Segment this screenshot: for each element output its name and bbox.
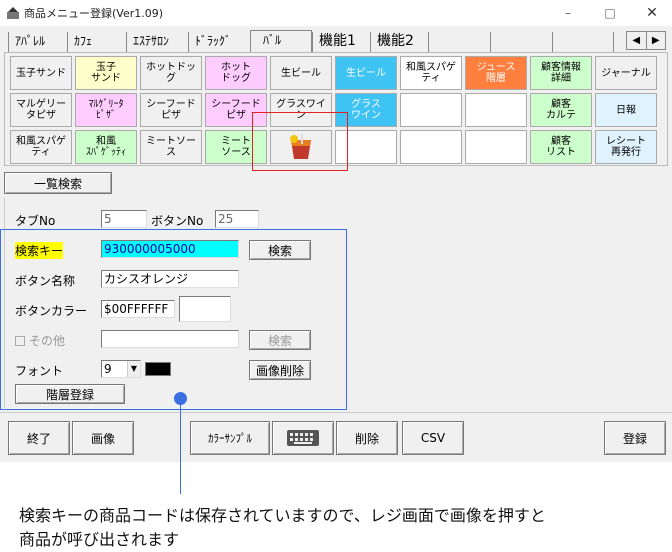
tab-apparel[interactable]: ｱﾊﾟﾚﾙ [8, 32, 67, 52]
tab-scroll-left-icon[interactable]: ◀ [627, 32, 646, 49]
menu-button[interactable]: 和風スパゲ ティ [10, 130, 72, 164]
window-title: 商品メニュー登録(Ver1.09) [24, 7, 164, 20]
app-icon [7, 7, 19, 19]
menu-button[interactable] [400, 93, 462, 127]
tab-scroll-buttons: ◀ ▶ [626, 31, 666, 50]
menu-button[interactable]: 玉子サンド [10, 56, 72, 90]
menu-button[interactable]: 玉子 サンド [75, 56, 137, 90]
tab-strip: ｱﾊﾟﾚﾙ ｶﾌｪ ｴｽﾃｻﾛﾝ ﾄﾞﾗｯｸﾞ ﾊﾞﾙ 機能1 機能2 [0, 30, 672, 53]
menu-button[interactable]: 和風スパゲ ティ [400, 56, 462, 90]
menu-button[interactable]: 和風 ｽﾊﾟｹﾞｯﾃｨ [75, 130, 137, 164]
list-search-button[interactable]: 一覧検索 [4, 172, 112, 194]
menu-button[interactable]: シーフード ピザ [140, 93, 202, 127]
button-no-label: ボタンNo [151, 214, 204, 228]
tab-empty-2[interactable] [490, 32, 552, 52]
tab-empty-3[interactable] [552, 32, 614, 52]
image-cell-highlight [252, 112, 348, 171]
footer-toolbar: 終了 画像 ｶﾗｰｻﾝﾌﾟﾙ 削除 CSV 登録 [0, 412, 672, 462]
menu-button[interactable]: ジャーナル [595, 56, 657, 90]
minimize-button[interactable]: – [548, 0, 588, 26]
keyboard-icon [287, 430, 319, 446]
tab-esthetic-salon[interactable]: ｴｽﾃｻﾛﾝ [126, 32, 188, 52]
menu-button[interactable]: 顧客情報 詳細 [530, 56, 592, 90]
button-no-field[interactable]: 25 [215, 210, 259, 228]
tab-no-field[interactable]: 5 [101, 210, 147, 228]
tab-bar[interactable]: ﾊﾞﾙ [250, 30, 312, 53]
menu-button[interactable]: 生ビール [335, 56, 397, 90]
menu-button[interactable]: マルゲリー タピザ [10, 93, 72, 127]
keyboard-button[interactable] [272, 421, 334, 455]
menu-button[interactable]: 日報 [595, 93, 657, 127]
close-button[interactable]: ✕ [632, 0, 672, 26]
tab-no-label: タブNo [15, 214, 56, 228]
color-sample-button[interactable]: ｶﾗｰｻﾝﾌﾟﾙ [190, 421, 270, 455]
menu-button[interactable]: 生ビール [270, 56, 332, 90]
tab-scroll-right-icon[interactable]: ▶ [645, 32, 666, 49]
menu-button[interactable]: レシート 再発行 [595, 130, 657, 164]
menu-button[interactable] [465, 93, 527, 127]
menu-button[interactable]: 顧客 カルテ [530, 93, 592, 127]
tab-function-2[interactable]: 機能2 [370, 32, 428, 52]
form-highlight-box [0, 229, 347, 410]
maximize-button[interactable]: □ [590, 0, 630, 26]
image-button[interactable]: 画像 [72, 421, 134, 455]
menu-button[interactable]: ミートソー ス [140, 130, 202, 164]
tab-cafe[interactable]: ｶﾌｪ [67, 32, 126, 52]
menu-button[interactable] [465, 130, 527, 164]
caption-text: 検索キーの商品コードは保存されていますので、レジ画面で画像を押すと 商品が呼び出… [19, 506, 546, 549]
title-bar: 商品メニュー登録(Ver1.09) – □ ✕ [0, 0, 672, 26]
register-button[interactable]: 登録 [604, 421, 666, 455]
menu-button[interactable]: ホットドッ グ [140, 56, 202, 90]
menu-button[interactable]: ﾏﾙｹﾞﾘｰﾀ ﾋﾟｻﾞ [75, 93, 137, 127]
menu-button[interactable] [400, 130, 462, 164]
delete-button[interactable]: 削除 [336, 421, 398, 455]
callout-line [180, 398, 181, 494]
csv-button[interactable]: CSV [402, 421, 464, 455]
callout-dot [174, 392, 187, 405]
menu-button[interactable]: ジュース 階層 [465, 56, 527, 90]
end-button[interactable]: 終了 [8, 421, 70, 455]
tab-function-1[interactable]: 機能1 [312, 32, 370, 52]
tab-drugstore[interactable]: ﾄﾞﾗｯｸﾞ [188, 32, 250, 52]
menu-button[interactable]: ホット ドッグ [205, 56, 267, 90]
tab-empty-1[interactable] [428, 32, 490, 52]
menu-button[interactable]: 顧客 リスト [530, 130, 592, 164]
